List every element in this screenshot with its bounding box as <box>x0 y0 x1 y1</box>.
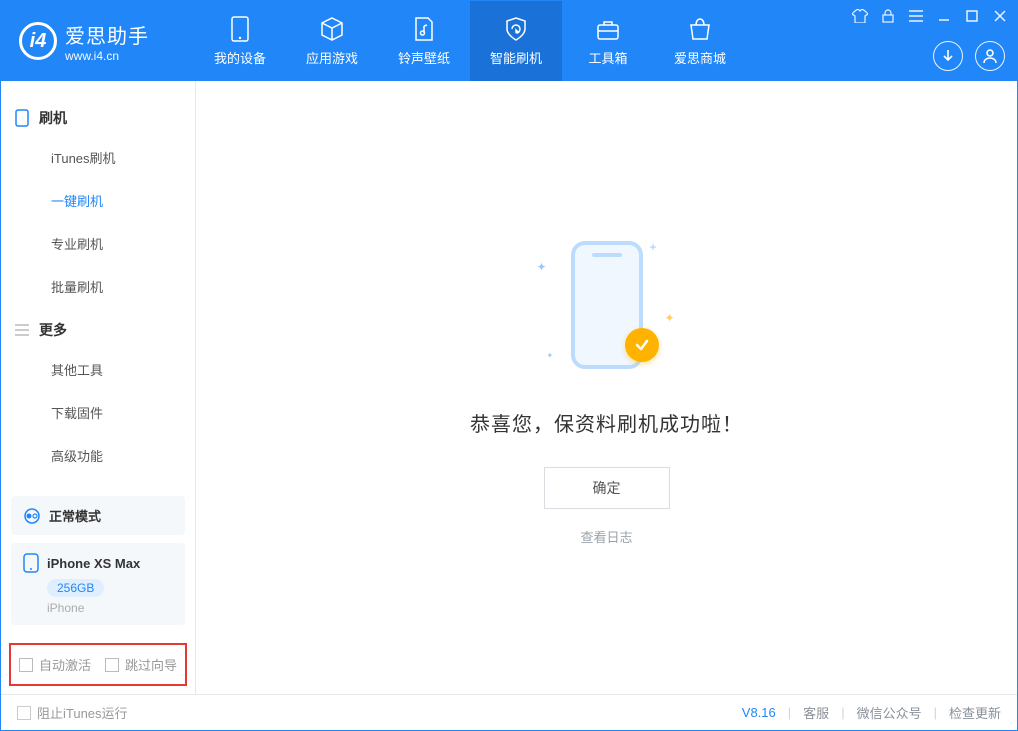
sidebar-item-download-firmware[interactable]: 下载固件 <box>1 391 195 434</box>
section-label: 刷机 <box>39 108 67 128</box>
branding: i4 爱思助手 www.i4.cn <box>19 1 194 81</box>
device-name: iPhone XS Max <box>47 556 140 571</box>
maximize-icon[interactable] <box>963 7 981 25</box>
toolbox-icon <box>595 16 621 42</box>
checkbox-label: 跳过向导 <box>125 655 177 674</box>
support-link[interactable]: 客服 <box>803 703 829 722</box>
device-panels: 正常模式 iPhone XS Max 256GB iPhone <box>1 488 195 635</box>
store-icon <box>687 16 713 42</box>
sidebar-item-itunes-flash[interactable]: iTunes刷机 <box>1 136 195 179</box>
mode-panel[interactable]: 正常模式 <box>11 496 185 535</box>
body: 刷机 iTunes刷机 一键刷机 专业刷机 批量刷机 更多 其他工具 下载固件 … <box>1 81 1017 694</box>
titlebar: i4 爱思助手 www.i4.cn 我的设备 应用游戏 铃声壁纸 智能刷机 <box>1 1 1017 81</box>
lock-icon[interactable] <box>879 7 897 25</box>
storage-badge: 256GB <box>47 579 104 597</box>
app-name: 爱思助手 <box>65 20 149 49</box>
tab-apps-games[interactable]: 应用游戏 <box>286 1 378 81</box>
sidebar: 刷机 iTunes刷机 一键刷机 专业刷机 批量刷机 更多 其他工具 下载固件 … <box>1 81 196 694</box>
sidebar-item-batch-flash[interactable]: 批量刷机 <box>1 265 195 308</box>
statusbar: 阻止iTunes运行 V8.16 | 客服 | 微信公众号 | 检查更新 <box>1 694 1017 730</box>
check-update-link[interactable]: 检查更新 <box>949 703 1001 722</box>
app-url: www.i4.cn <box>65 49 149 63</box>
sidebar-section-more: 更多 <box>1 308 195 348</box>
nav-label: 智能刷机 <box>490 48 542 67</box>
sidebar-item-advanced[interactable]: 高级功能 <box>1 434 195 477</box>
phone-icon <box>227 16 253 42</box>
auto-activate-checkbox[interactable]: 自动激活 <box>19 655 91 674</box>
skip-guide-checkbox[interactable]: 跳过向导 <box>105 655 177 674</box>
user-button[interactable] <box>975 41 1005 71</box>
shield-refresh-icon <box>503 16 529 42</box>
logo-icon: i4 <box>19 22 57 60</box>
mode-icon <box>23 507 41 525</box>
separator: | <box>788 705 791 720</box>
wechat-link[interactable]: 微信公众号 <box>857 703 922 722</box>
device-type: iPhone <box>47 601 173 615</box>
mode-label: 正常模式 <box>49 506 101 525</box>
separator: | <box>934 705 937 720</box>
window-controls <box>851 7 1009 25</box>
options-highlight-box: 自动激活 跳过向导 <box>9 643 187 686</box>
success-illustration: ✦ + ✦ ✦ <box>527 230 687 380</box>
sidebar-item-pro-flash[interactable]: 专业刷机 <box>1 222 195 265</box>
tab-ringtone-wallpaper[interactable]: 铃声壁纸 <box>378 1 470 81</box>
list-icon <box>15 324 29 336</box>
sidebar-item-oneclick-flash[interactable]: 一键刷机 <box>1 179 195 222</box>
device-panel[interactable]: iPhone XS Max 256GB iPhone <box>11 543 185 625</box>
brand-text: 爱思助手 www.i4.cn <box>65 20 149 63</box>
main-content: ✦ + ✦ ✦ 恭喜您，保资料刷机成功啦！ 确定 查看日志 <box>196 81 1017 694</box>
app-window: i4 爱思助手 www.i4.cn 我的设备 应用游戏 铃声壁纸 智能刷机 <box>0 0 1018 731</box>
version-label: V8.16 <box>742 705 776 720</box>
checkbox-icon <box>105 658 119 672</box>
checkbox-icon <box>17 706 31 720</box>
header-circle-buttons <box>933 41 1005 71</box>
tab-toolbox[interactable]: 工具箱 <box>562 1 654 81</box>
sparkle-icon: ✦ <box>537 260 547 274</box>
sparkle-icon: ✦ <box>664 311 674 325</box>
nav-label: 铃声壁纸 <box>398 48 450 67</box>
tab-my-device[interactable]: 我的设备 <box>194 1 286 81</box>
tab-smart-flash[interactable]: 智能刷机 <box>470 1 562 81</box>
menu-icon[interactable] <box>907 7 925 25</box>
checkbox-label: 阻止iTunes运行 <box>37 703 128 722</box>
checkbox-label: 自动激活 <box>39 655 91 674</box>
device-icon <box>23 553 39 573</box>
separator: | <box>841 705 844 720</box>
cube-icon <box>319 16 345 42</box>
sparkle-icon: ✦ <box>547 351 554 360</box>
statusbar-right: V8.16 | 客服 | 微信公众号 | 检查更新 <box>742 703 1001 722</box>
view-log-link[interactable]: 查看日志 <box>580 527 632 546</box>
sidebar-scroll: 刷机 iTunes刷机 一键刷机 专业刷机 批量刷机 更多 其他工具 下载固件 … <box>1 81 195 488</box>
close-icon[interactable] <box>991 7 1009 25</box>
nav-label: 应用游戏 <box>306 48 358 67</box>
tshirt-icon[interactable] <box>851 7 869 25</box>
nav-label: 我的设备 <box>214 48 266 67</box>
nav-label: 工具箱 <box>588 48 627 67</box>
result-message: 恭喜您，保资料刷机成功啦！ <box>470 408 743 437</box>
check-badge-icon <box>625 328 659 362</box>
music-file-icon <box>411 16 437 42</box>
download-button[interactable] <box>933 41 963 71</box>
minimize-icon[interactable] <box>935 7 953 25</box>
tab-store[interactable]: 爱思商城 <box>654 1 746 81</box>
section-label: 更多 <box>39 320 67 340</box>
block-itunes-checkbox[interactable]: 阻止iTunes运行 <box>17 703 128 722</box>
sidebar-item-other-tools[interactable]: 其他工具 <box>1 348 195 391</box>
confirm-button[interactable]: 确定 <box>544 467 670 509</box>
nav-label: 爱思商城 <box>674 48 726 67</box>
checkbox-icon <box>19 658 33 672</box>
nav-tabs: 我的设备 应用游戏 铃声壁纸 智能刷机 工具箱 爱思商城 <box>194 1 746 81</box>
device-outline-icon <box>15 109 29 127</box>
sidebar-section-flash: 刷机 <box>1 96 195 136</box>
sparkle-icon: + <box>649 240 656 254</box>
